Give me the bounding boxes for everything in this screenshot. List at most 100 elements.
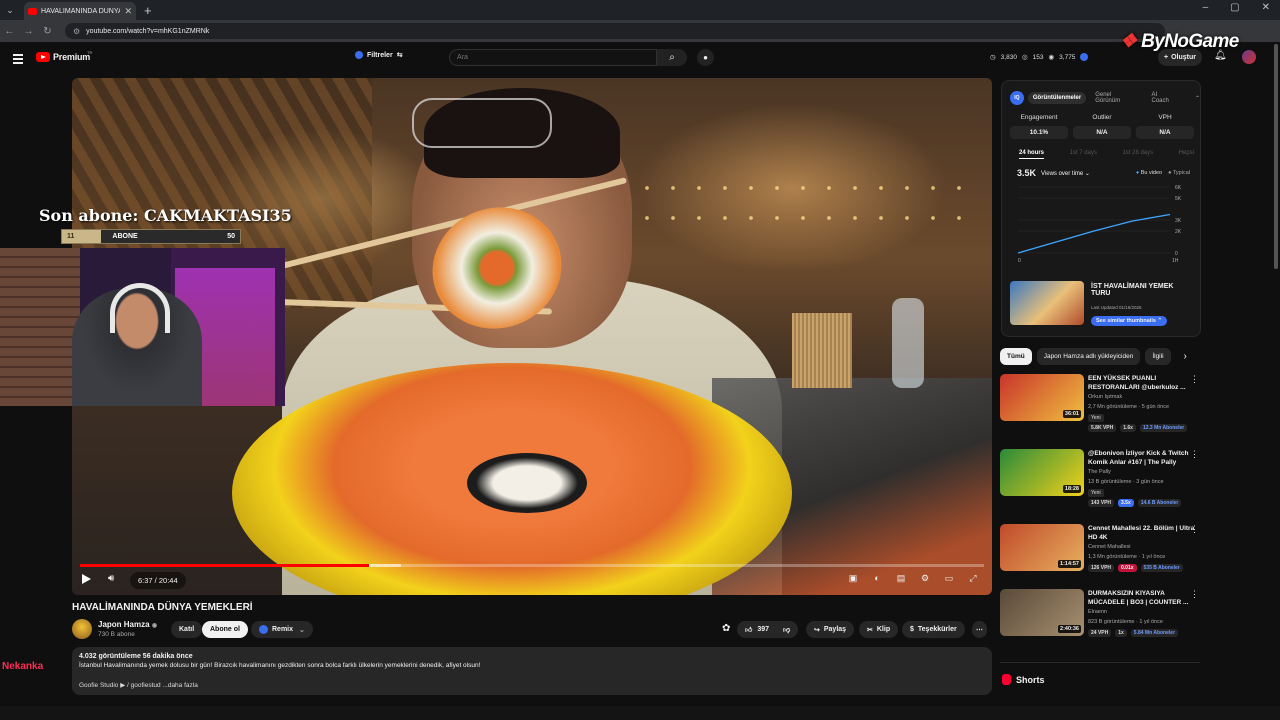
tab-search-icon[interactable]: ⌄ bbox=[0, 0, 20, 20]
join-button[interactable]: Katıl bbox=[171, 621, 203, 638]
clip-button[interactable]: ✂ Klip bbox=[859, 621, 899, 638]
recommendation-title[interactable]: @Ebonivon İzliyor Kick & Twitch Komik An… bbox=[1088, 449, 1196, 468]
video-scene-detail bbox=[412, 98, 552, 148]
microphone-icon[interactable]: ● bbox=[697, 49, 714, 66]
recommendation-channel[interactable]: Cennet Mahallesi bbox=[1088, 544, 1131, 550]
tab-ai-coach[interactable]: AI Coach bbox=[1147, 89, 1181, 107]
channel-avatar[interactable] bbox=[72, 619, 92, 639]
extension-dot-icon bbox=[355, 51, 363, 59]
like-button[interactable]: 👍︎ 397 👎︎ bbox=[737, 621, 799, 638]
omnibox[interactable]: ⚙ youtube.com/watch?v=mhKG1nZMRNk bbox=[65, 23, 1165, 39]
more-options-icon[interactable]: ⋮ bbox=[1190, 374, 1199, 385]
extension-icon[interactable] bbox=[1080, 53, 1089, 61]
account-avatar[interactable] bbox=[1242, 50, 1256, 64]
stat-badge: 0.01x bbox=[1118, 564, 1137, 572]
channel-name-text[interactable]: Japon Hamza bbox=[98, 620, 150, 629]
metric-value: N/A bbox=[1073, 126, 1131, 139]
minimize-button[interactable]: – bbox=[1203, 2, 1209, 13]
browser-tab[interactable]: HAVALİMANINDA DÜNYA YEME ✕ bbox=[24, 2, 136, 20]
recommendation-title[interactable]: DURMAKSIZIN KIYASIYA MÜCADELE | BO3 | CO… bbox=[1088, 589, 1196, 608]
recommendation-item[interactable]: 18:28 @Ebonivon İzliyor Kick & Twitch Kom… bbox=[1000, 449, 1205, 507]
page-scrollbar[interactable] bbox=[1274, 44, 1278, 269]
stat-badge: 12.3 Mn Aboneler bbox=[1139, 424, 1188, 432]
stat-users-icon: ◎ bbox=[1021, 54, 1028, 61]
tab-views[interactable]: Görüntülenmeler bbox=[1027, 92, 1087, 104]
close-window-button[interactable]: ✕ bbox=[1262, 2, 1270, 13]
views-dropdown-label: Views over time bbox=[1041, 170, 1084, 177]
maximize-button[interactable]: ▢ bbox=[1230, 2, 1239, 13]
views-dropdown[interactable]: Views over time ⌄ bbox=[1041, 170, 1090, 177]
similar-thumbnail-card: İST HAVALİMANI YEMEK TURU Last Updated 0… bbox=[1010, 281, 1196, 329]
chip-all[interactable]: Tümü bbox=[1000, 348, 1032, 365]
recommendation-item[interactable]: 2:40:36 DURMAKSIZIN KIYASIYA MÜCADELE | B… bbox=[1000, 589, 1205, 641]
section-divider bbox=[1000, 662, 1200, 663]
recommendation-title[interactable]: EEN YÜKSEK PUANLI RESTORANLARI @uberkulo… bbox=[1088, 374, 1196, 393]
back-icon[interactable]: ← bbox=[0, 26, 19, 37]
description-box[interactable]: 4.032 görüntüleme 56 dakika önce İstanbu… bbox=[72, 647, 992, 695]
channel-name[interactable]: Japon Hamza ◉ bbox=[98, 620, 157, 629]
settings-gear-icon[interactable]: ⚙ bbox=[918, 573, 932, 584]
browser-tabbar: ⌄ HAVALİMANINDA DÜNYA YEME ✕ + – ▢ ✕ bbox=[0, 0, 1280, 20]
tab-overview[interactable]: Genel Görünüm bbox=[1090, 89, 1142, 107]
dislike-icon[interactable]: 👎︎ bbox=[783, 625, 790, 634]
extension-action-icon[interactable]: ✿ bbox=[722, 623, 730, 634]
more-options-icon[interactable]: ⋮ bbox=[1190, 524, 1199, 535]
progress-bar[interactable] bbox=[80, 564, 984, 567]
recommendation-item[interactable]: 1:14:57 Cennet Mahallesi 22. Bölüm | Ultr… bbox=[1000, 524, 1205, 576]
recommendation-item[interactable]: 36:01 EEN YÜKSEK PUANLI RESTORANLARI @ube… bbox=[1000, 374, 1205, 432]
recommendation-thumbnail[interactable]: 18:28 bbox=[1000, 449, 1084, 496]
search-icon[interactable]: ⌕ bbox=[657, 49, 687, 66]
chevron-right-icon[interactable]: › bbox=[1184, 351, 1187, 362]
recommendation-channel[interactable]: Orkun Işıtmak bbox=[1088, 394, 1122, 400]
more-options-icon[interactable]: ⋮ bbox=[1190, 589, 1199, 600]
recommendation-channel[interactable]: Elraenn bbox=[1088, 609, 1107, 615]
volume-icon[interactable]: 🔊︎ bbox=[108, 573, 114, 584]
collapse-icon[interactable]: ⌃ bbox=[1195, 95, 1200, 102]
tab-title: HAVALİMANINDA DÜNYA YEME bbox=[41, 7, 121, 15]
url-text[interactable]: youtube.com/watch?v=mhKG1nZMRNk bbox=[86, 28, 209, 35]
similar-thumbnail-image[interactable] bbox=[1010, 281, 1084, 325]
tab-first-28-days[interactable]: 1st 28 days bbox=[1122, 150, 1153, 159]
tab-24-hours[interactable]: 24 hours bbox=[1019, 150, 1045, 159]
chip-related[interactable]: İlgili bbox=[1145, 348, 1171, 365]
fullscreen-icon[interactable]: ⤢ bbox=[966, 573, 980, 584]
recommendation-thumbnail[interactable]: 1:14:57 bbox=[1000, 524, 1084, 571]
description-links[interactable]: Goofie Studio ▶ / goofiestud ...daha faz… bbox=[79, 681, 985, 689]
recommendation-title[interactable]: Cennet Mahallesi 22. Bölüm | Ultra HD 4K bbox=[1088, 524, 1196, 543]
notifications-bell-icon[interactable]: 🔔︎ bbox=[1214, 50, 1227, 61]
stat-badge: 1.6x bbox=[1120, 424, 1136, 432]
share-button[interactable]: ↪ Paylaş bbox=[806, 621, 855, 638]
filters-button[interactable]: Filtreler ⇆ bbox=[355, 51, 403, 59]
site-info-icon[interactable]: ⚙ bbox=[73, 27, 80, 36]
see-similar-button[interactable]: See similar thumbnails ⌃ bbox=[1091, 316, 1168, 326]
stat-clock-icon: ◷ bbox=[990, 54, 996, 61]
recommendation-channel[interactable]: The Pally bbox=[1088, 469, 1111, 475]
tab-first-7-days[interactable]: 1st 7 days bbox=[1070, 150, 1097, 159]
stat-badges: 24 VPH 1x 5.84 Mn Aboneler bbox=[1088, 629, 1179, 637]
create-button[interactable]: + Oluştur bbox=[1158, 49, 1202, 66]
subscribe-button[interactable]: Abone ol bbox=[202, 621, 248, 638]
subtitles-icon[interactable]: ▤ bbox=[894, 573, 908, 584]
remix-button[interactable]: Remix ⌄ bbox=[251, 621, 313, 638]
youtube-logo[interactable]: Premium bbox=[36, 52, 90, 62]
more-options-icon[interactable]: ⋮ bbox=[1190, 449, 1199, 460]
stat-value: 3,775 bbox=[1059, 53, 1076, 61]
stat-badge: 14.6 B Aboneler bbox=[1137, 499, 1182, 507]
chip-from-uploader[interactable]: Japon Hamza adlı yükleyiciden bbox=[1036, 348, 1141, 365]
thanks-button[interactable]: $ Teşekkürler bbox=[902, 621, 965, 638]
search-input[interactable]: Ara bbox=[449, 49, 657, 66]
recommendation-thumbnail[interactable]: 36:01 bbox=[1000, 374, 1084, 421]
reload-icon[interactable]: ↻ bbox=[38, 26, 57, 37]
more-actions-icon[interactable]: ⋯ bbox=[972, 621, 987, 638]
play-icon[interactable] bbox=[82, 574, 91, 584]
extension-player-icon[interactable]: ▣ bbox=[846, 573, 860, 584]
tab-all[interactable]: Hepsi bbox=[1179, 150, 1194, 159]
autoplay-toggle-icon[interactable]: ◐ bbox=[870, 573, 884, 584]
recommendation-thumbnail[interactable]: 2:40:36 bbox=[1000, 589, 1084, 636]
tab-close-icon[interactable]: ✕ bbox=[124, 6, 132, 17]
metric-engagement: Engagement 10.1% bbox=[1010, 114, 1068, 139]
menu-icon[interactable] bbox=[13, 54, 23, 66]
new-tab-icon[interactable]: + bbox=[144, 3, 152, 18]
theater-mode-icon[interactable]: ▭ bbox=[942, 573, 956, 584]
forward-icon[interactable]: → bbox=[19, 26, 38, 37]
